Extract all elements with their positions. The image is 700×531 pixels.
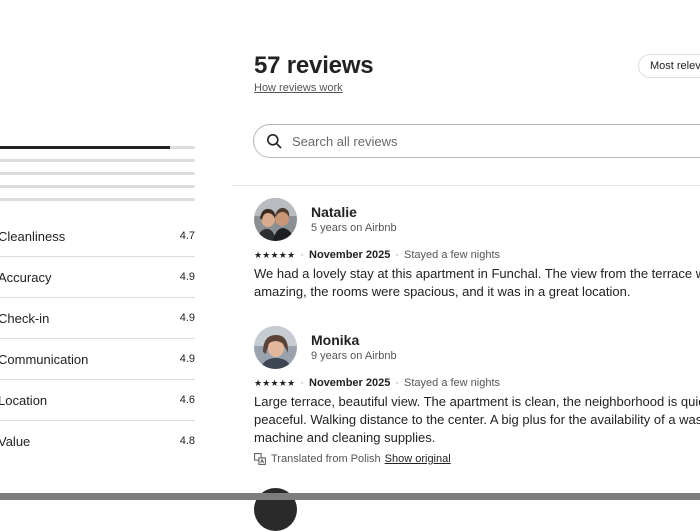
reviewer-tenure: 9 years on Airbnb: [311, 349, 397, 362]
separator-dot: ·: [395, 377, 400, 389]
reviewer-meta: Natalie 5 years on Airbnb: [311, 204, 397, 236]
category-label: Cleanliness: [0, 228, 66, 244]
category-score: 4.9: [179, 271, 195, 283]
category-row-cleanliness: Cleanliness 4.7: [0, 216, 195, 257]
category-row-location: Location 4.6: [0, 380, 195, 421]
review-date: November 2025: [309, 249, 391, 261]
star-rating: ★★★★★: [254, 249, 296, 260]
star-rating: ★★★★★: [254, 377, 296, 388]
how-reviews-work-link[interactable]: How reviews work: [254, 82, 343, 94]
rating-bar-1: [0, 198, 195, 201]
reviews-title: 57 reviews: [254, 52, 374, 79]
category-row-accuracy: Accuracy 4.9: [0, 257, 195, 298]
category-score: 4.8: [179, 435, 195, 447]
avatar[interactable]: [254, 326, 297, 369]
rating-bar-5: [0, 146, 195, 149]
review-card: Natalie 5 years on Airbnb ★★★★★ · Novemb…: [254, 198, 700, 301]
separator-dot: ·: [300, 249, 305, 261]
category-score: 4.9: [179, 353, 195, 365]
stay-duration: Stayed a few nights: [404, 249, 501, 261]
review-card: Monika 9 years on Airbnb ★★★★★ · Novembe…: [254, 326, 700, 465]
category-score: 4.6: [179, 394, 195, 406]
category-label: Location: [0, 392, 48, 408]
category-score: 4.7: [179, 230, 195, 242]
category-score: 4.9: [179, 312, 195, 324]
rating-bar-2: [0, 185, 195, 188]
category-label: Value: [0, 433, 31, 449]
rating-distribution: [0, 146, 195, 211]
category-row-communication: Communication 4.9: [0, 339, 195, 380]
translated-from-label: Translated from Polish: [271, 453, 381, 465]
search-input[interactable]: [290, 132, 654, 150]
show-original-link[interactable]: Show original: [385, 453, 451, 465]
separator-dot: ·: [300, 377, 305, 389]
review-text: We had a lovely stay at this apartment i…: [254, 266, 700, 299]
rating-breakdown-panel: Cleanliness 4.7 Accuracy 4.9 Check-in 4.…: [0, 0, 195, 500]
search-icon: [266, 133, 282, 149]
category-label: Communication: [0, 351, 89, 367]
translate-icon: [254, 453, 266, 465]
category-label: Check-in: [0, 310, 50, 326]
category-label: Accuracy: [0, 269, 52, 285]
rating-bar-3: [0, 172, 195, 175]
separator-dot: ·: [395, 249, 400, 261]
review-info: ★★★★★ · November 2025 · Stayed a few nig…: [254, 377, 700, 389]
review-date: November 2025: [309, 377, 391, 389]
category-row-value: Value 4.8: [0, 421, 195, 461]
review-text: Large terrace, beautiful view. The apart…: [254, 394, 700, 445]
reviewer-name: Monika: [311, 331, 360, 348]
rating-bar-fill: [0, 146, 170, 149]
rating-bar-4: [0, 159, 195, 162]
reviewer-name: Natalie: [311, 203, 357, 220]
category-ratings-list: Cleanliness 4.7 Accuracy 4.9 Check-in 4.…: [0, 216, 195, 461]
review-header: Monika 9 years on Airbnb: [254, 326, 700, 369]
reviewer-meta: Monika 9 years on Airbnb: [311, 332, 397, 364]
stay-duration: Stayed a few nights: [404, 377, 501, 389]
category-row-check-in: Check-in 4.9: [0, 298, 195, 339]
review-header: Natalie 5 years on Airbnb: [254, 198, 700, 241]
bottom-bar: [0, 493, 700, 500]
reviewer-tenure: 5 years on Airbnb: [311, 221, 397, 234]
sort-dropdown-button[interactable]: Most relevant: [638, 54, 700, 78]
avatar[interactable]: [254, 198, 297, 241]
translation-note: Translated from Polish Show original: [254, 453, 700, 465]
search-reviews-box[interactable]: [253, 124, 700, 158]
section-divider: [232, 185, 700, 186]
review-info: ★★★★★ · November 2025 · Stayed a few nig…: [254, 249, 700, 261]
